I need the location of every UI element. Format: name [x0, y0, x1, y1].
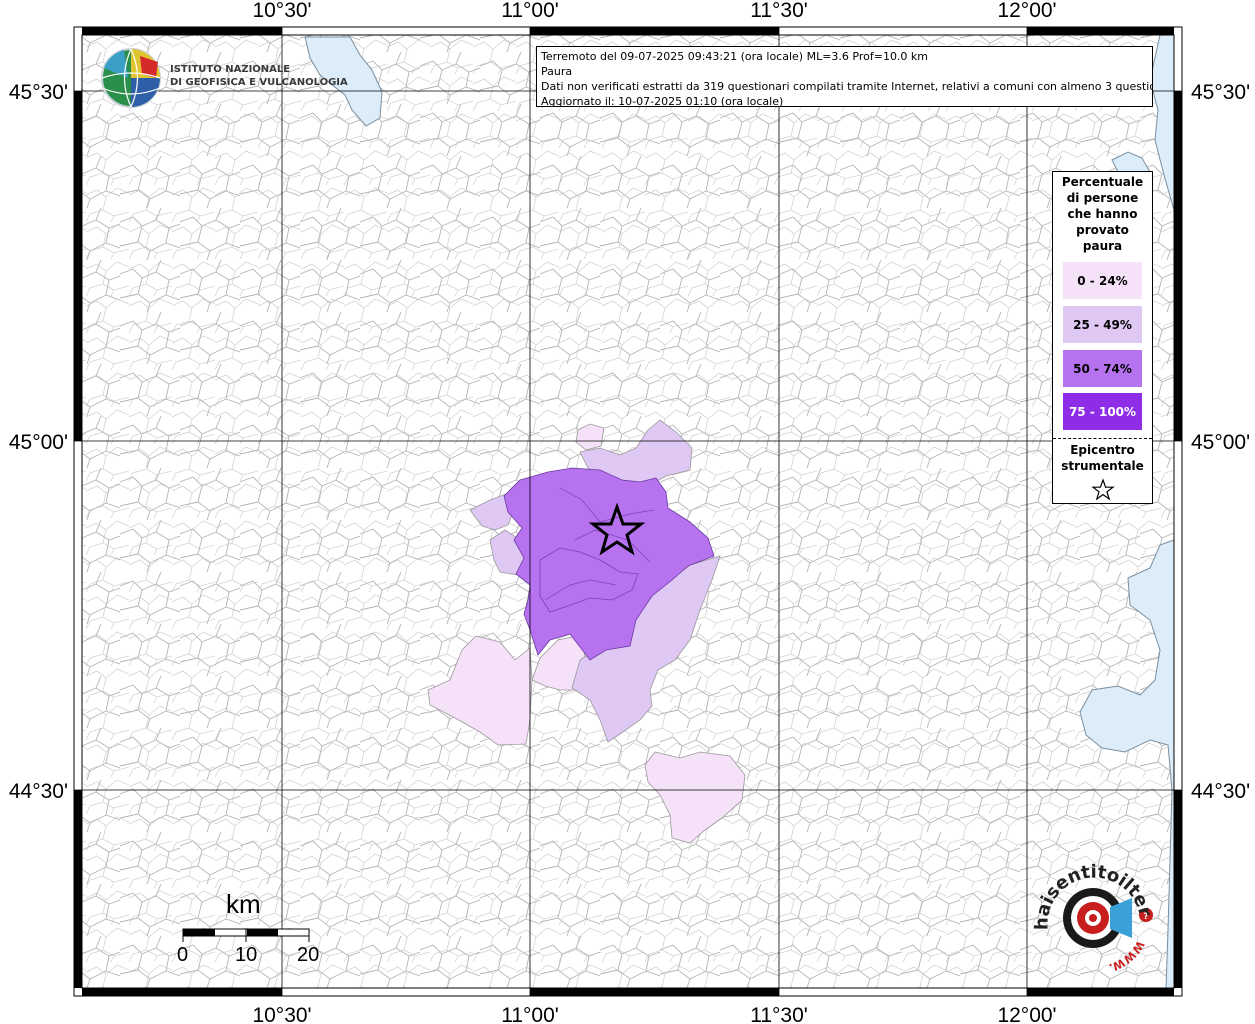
- top-lon-label: 12°00': [997, 0, 1056, 22]
- scale-tick-20: 20: [297, 944, 320, 966]
- right-lat-label: 45°30': [1191, 81, 1250, 104]
- ingv-logo-icon: [101, 48, 161, 108]
- event-info-box: Terremoto del 09-07-2025 09:43:21 (ora l…: [536, 46, 1153, 107]
- scale-unit-label: km: [226, 889, 261, 919]
- scale-tick-10: 10: [235, 944, 258, 966]
- institute-line1: ISTITUTO NAZIONALE: [170, 64, 291, 75]
- institute-line2: DI GEOFISICA E VULCANOLOGIA: [170, 77, 348, 88]
- legend-title: Percentuale di persone che hanno provato…: [1061, 175, 1144, 253]
- right-lat-label: 44°30': [1191, 780, 1250, 803]
- institute-name: ISTITUTO NAZIONALE DI GEOFISICA E VULCAN…: [170, 63, 348, 89]
- top-lon-label: 11°00': [501, 0, 559, 22]
- left-lat-label: 45°30': [9, 81, 68, 104]
- event-title: Terremoto del 09-07-2025 09:43:21 (ora l…: [541, 50, 929, 63]
- left-lat-label: 44°30': [9, 780, 68, 803]
- top-lon-label: 10°30': [252, 0, 311, 22]
- legend-divider: [1053, 438, 1152, 439]
- legend-item-25-49: 25 - 49%: [1063, 306, 1142, 343]
- data-note: Dati non verificati estratti da 319 ques…: [541, 80, 1153, 93]
- bottom-lon-label: 10°30': [252, 1004, 311, 1024]
- legend-item-0-24: 0 - 24%: [1063, 262, 1142, 299]
- map-parameter: Paura: [541, 65, 573, 78]
- intensity-map: 10°30' 11°00' 11°30' 12°00' 10°30' 11°00…: [0, 0, 1250, 1024]
- right-lat-label: 45°00': [1191, 431, 1250, 454]
- left-lat-label: 45°00': [9, 431, 68, 454]
- scale-tick-0: 0: [177, 944, 189, 966]
- bottom-lon-label: 12°00': [997, 1004, 1056, 1024]
- legend-item-75-100: 75 - 100%: [1063, 393, 1142, 430]
- top-lon-label: 11°30': [750, 0, 808, 22]
- legend-epicenter-label: Epicentro strumentale: [1061, 443, 1144, 473]
- updated-timestamp: Aggiornato il: 10-07-2025 01:10 (ora loc…: [541, 95, 784, 107]
- legend-item-50-74: 50 - 74%: [1063, 350, 1142, 387]
- legend-star-icon: [1090, 478, 1115, 501]
- bottom-lon-label: 11°00': [501, 1004, 559, 1024]
- bottom-lon-label: 11°30': [750, 1004, 808, 1024]
- legend: Percentuale di persone che hanno provato…: [1052, 171, 1153, 504]
